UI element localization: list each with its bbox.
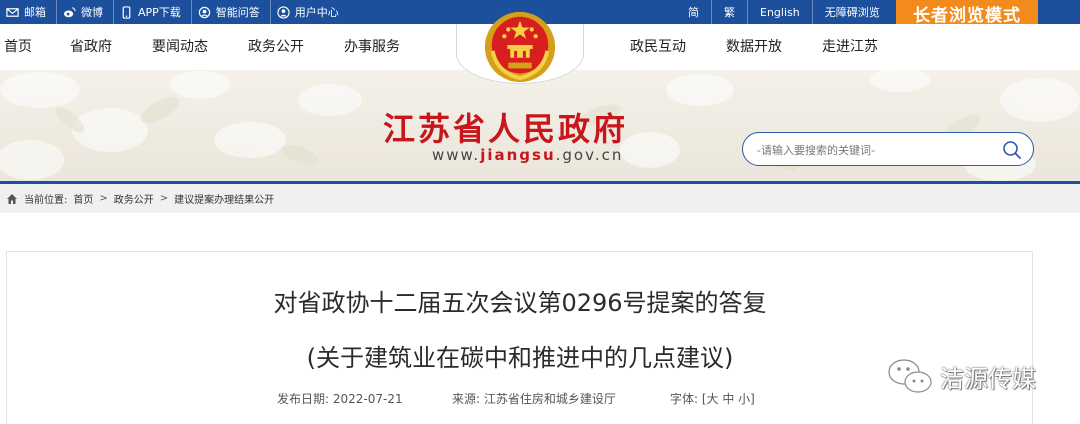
elder-mode-button[interactable]: 长者浏览模式 [896, 0, 1038, 27]
search-icon[interactable] [1001, 139, 1023, 161]
publish-date-label: 发布日期: [277, 392, 330, 406]
source-label: 来源: [452, 392, 481, 406]
source-value: 江苏省住房和城乡建设厅 [483, 392, 616, 406]
simplified-chinese-link[interactable]: 简 [676, 0, 712, 24]
publish-date: 发布日期: 2022-07-21 [277, 390, 403, 407]
nav-gov-affairs[interactable]: 政务公开 [248, 24, 304, 70]
article-subtitle: (关于建筑业在碳中和推进中的几点建议) [306, 344, 734, 372]
breadcrumb: 当前位置: 首页 > 政务公开 > 建议提案办理结果公开 [0, 181, 1080, 213]
nav-provincial-gov[interactable]: 省政府 [70, 24, 112, 70]
font-size-control: 字体: [大 中 小] [670, 390, 755, 407]
weibo-label: 微博 [81, 6, 103, 19]
breadcrumb-proposals[interactable]: 建议提案办理结果公开 [174, 191, 274, 206]
watermark-text: 洁源传媒 [940, 364, 1036, 393]
home-icon [7, 193, 17, 204]
mail-link[interactable]: 邮箱 [0, 0, 57, 24]
breadcrumb-label: 当前位置: [24, 195, 68, 206]
publish-date-value: 2022-07-21 [332, 392, 403, 406]
watermark: 洁源传媒 [886, 356, 1036, 396]
site-title[interactable]: 江苏省人民政府 [383, 104, 628, 150]
article-title: 对省政协十二届五次会议第0296号提案的答复 [273, 289, 767, 317]
mail-icon [6, 7, 19, 17]
nav-news[interactable]: 要闻动态 [152, 24, 208, 70]
top-utility-right: 简 繁 English 无障碍浏览 [676, 0, 892, 24]
nav-interaction[interactable]: 政民互动 [630, 24, 686, 70]
breadcrumb-gov-affairs[interactable]: 政务公开 [114, 191, 154, 206]
nav-about-jiangsu[interactable]: 走进江苏 [822, 24, 878, 70]
site-url: www.jiangsu.gov.cn [432, 146, 623, 164]
smart-qa-label: 智能问答 [215, 6, 260, 19]
app-download-label: APP下载 [138, 6, 181, 19]
search-input[interactable] [757, 141, 997, 159]
nav-home[interactable]: 首页 [4, 24, 32, 70]
nav-services[interactable]: 办事服务 [344, 24, 400, 70]
article-source: 来源: 江苏省住房和城乡建设厅 [452, 390, 616, 407]
user-icon [277, 5, 290, 19]
url-suffix: .gov.cn [555, 146, 624, 164]
font-size-options[interactable]: [大 中 小] [702, 392, 755, 406]
user-center-link[interactable]: 用户中心 [271, 0, 349, 24]
url-prefix: www. [432, 146, 481, 164]
weibo-icon [63, 6, 76, 17]
url-domain: jiangsu [480, 146, 556, 164]
chat-icon [198, 6, 211, 18]
traditional-chinese-link[interactable]: 繁 [712, 0, 748, 24]
accessibility-link[interactable]: 无障碍浏览 [813, 0, 892, 24]
english-link[interactable]: English [748, 0, 813, 24]
smart-qa-link[interactable]: 智能问答 [192, 0, 271, 24]
weibo-link[interactable]: 微博 [57, 0, 114, 24]
breadcrumb-separator: > [159, 193, 169, 204]
nav-open-data[interactable]: 数据开放 [726, 24, 782, 70]
wechat-icon [888, 359, 932, 393]
phone-icon [122, 5, 131, 19]
top-utility-links: 邮箱 微博 APP下载 智能问答 用户中心 [0, 0, 349, 24]
app-download-link[interactable]: APP下载 [114, 0, 192, 24]
font-size-label: 字体: [670, 392, 699, 406]
breadcrumb-home[interactable]: 首页 [73, 191, 93, 206]
mail-label: 邮箱 [24, 6, 46, 19]
national-emblem-icon[interactable] [481, 8, 559, 86]
user-center-label: 用户中心 [294, 6, 339, 19]
search-box [742, 132, 1034, 166]
breadcrumb-separator: > [99, 193, 108, 204]
